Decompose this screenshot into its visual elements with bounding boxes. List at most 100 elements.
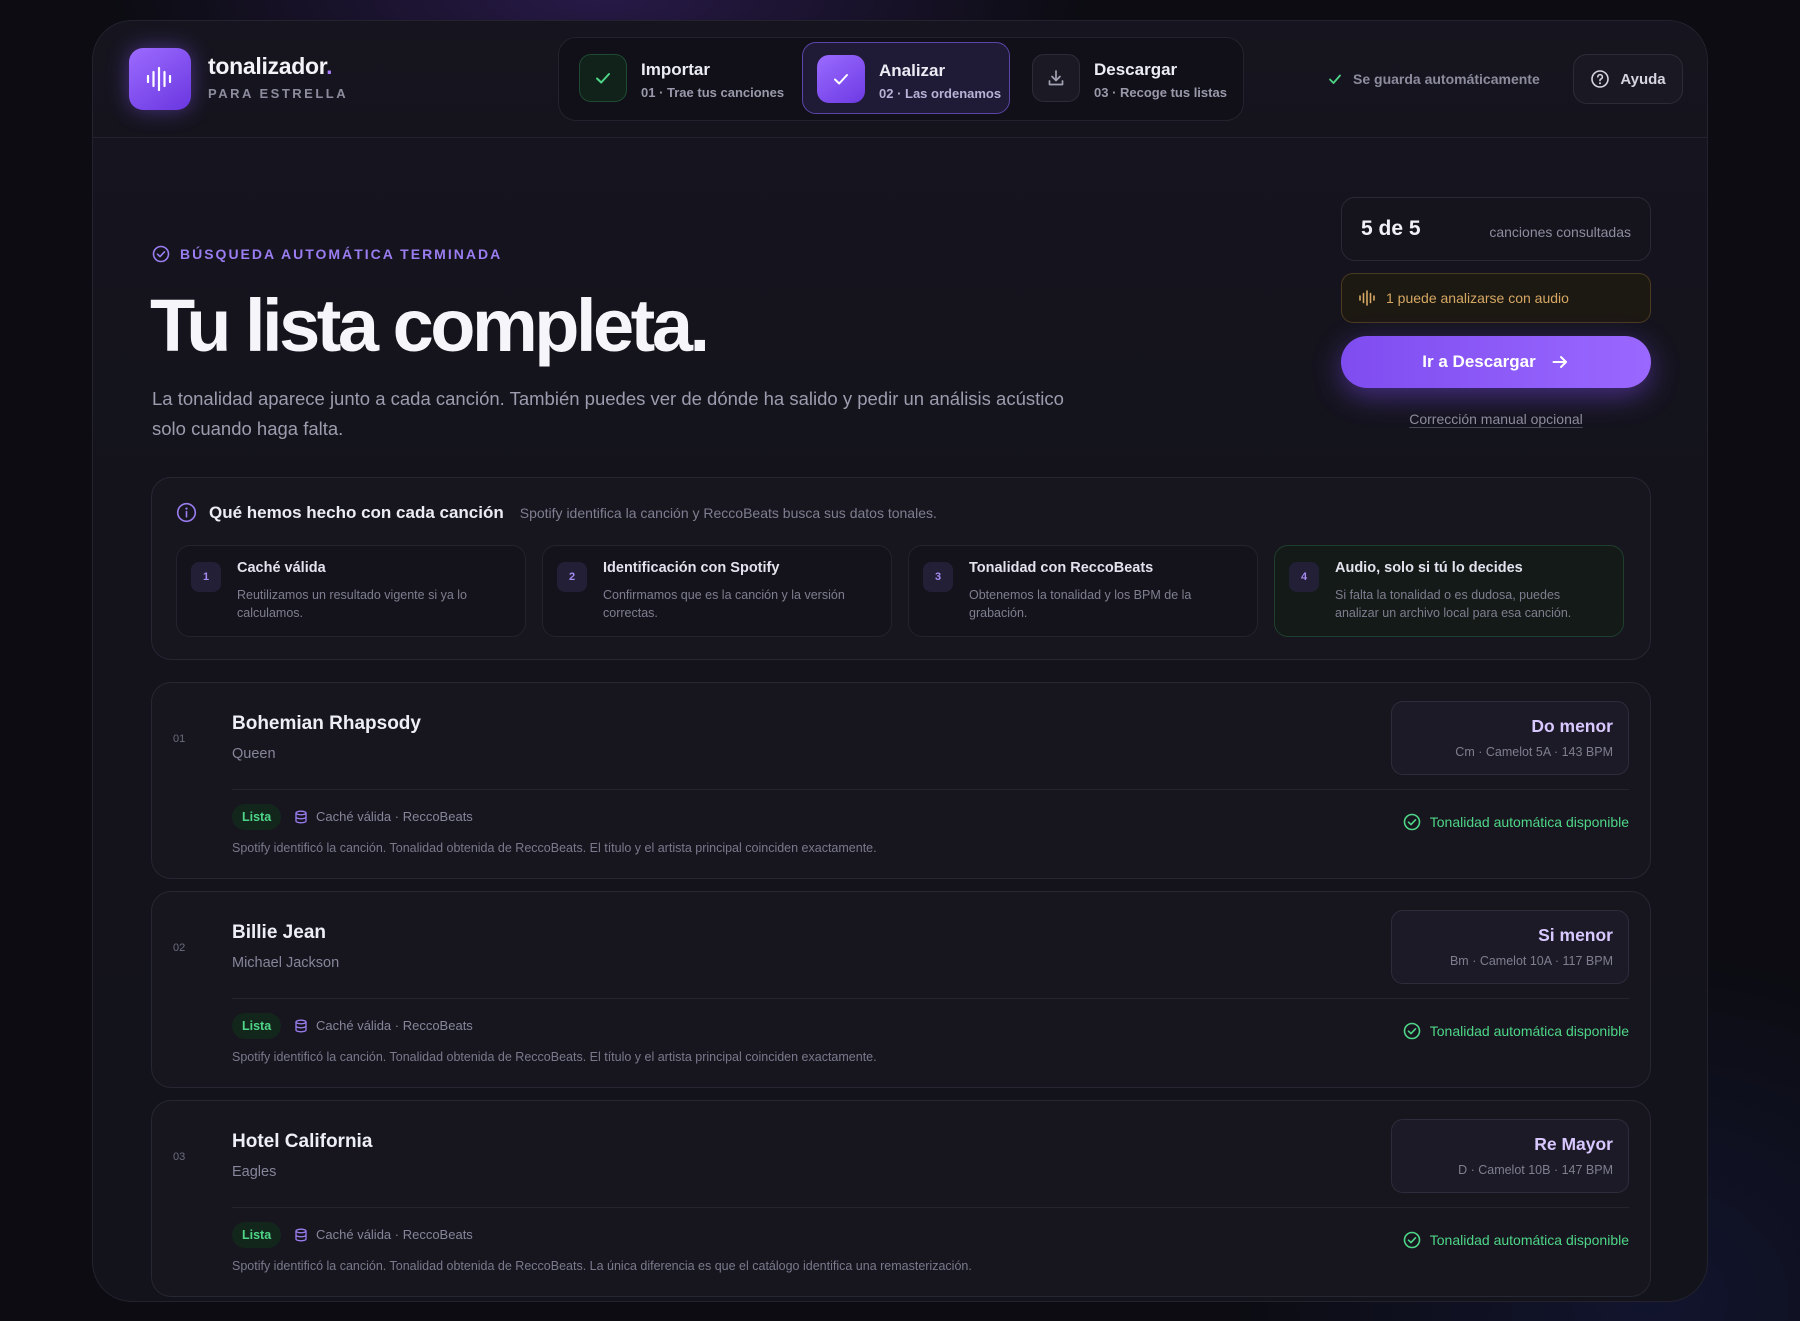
step-title: Descargar — [1094, 60, 1178, 79]
key-name: Re Mayor — [1534, 1134, 1613, 1154]
go-to-download-label: Ir a Descargar — [1422, 352, 1536, 371]
process-step-title: Audio, solo si tú lo decides — [1335, 560, 1523, 576]
auto-key-status-label: Tonalidad automática disponible — [1429, 814, 1629, 830]
logo[interactable] — [129, 48, 191, 110]
track-artist: Michael Jackson — [232, 955, 340, 971]
auto-key-status-label: Tonalidad automática disponible — [1429, 1232, 1629, 1248]
track-row[interactable]: 02 Billie Jean Michael Jackson Si menor … — [151, 891, 1651, 1088]
process-step-number: 2 — [557, 562, 587, 592]
status-badge: Lista — [232, 1013, 282, 1039]
status-badge: Lista — [232, 1222, 282, 1248]
process-info-panel: Qué hemos hecho con cada canción Spotify… — [151, 477, 1651, 660]
top-bar: tonalizador. PARA ESTRELLA Importar 01 ·… — [93, 21, 1707, 138]
check-circle-icon — [152, 245, 170, 263]
divider — [232, 1207, 1629, 1208]
check-icon — [1329, 74, 1341, 84]
download-icon — [1032, 54, 1080, 102]
check-circle-icon — [1403, 1022, 1421, 1040]
key-name: Do menor — [1531, 716, 1613, 736]
status-kicker-label: BÚSQUEDA AUTOMÁTICA TERMINADA — [180, 246, 503, 262]
track-row[interactable]: 01 Bohemian Rhapsody Queen Do menor Cm ·… — [151, 682, 1651, 879]
check-icon — [817, 55, 865, 103]
process-step-card: 3 Tonalidad con ReccoBeats Obtenemos la … — [908, 545, 1258, 637]
check-icon — [579, 54, 627, 102]
track-index: 02 — [173, 942, 186, 954]
process-info-subtitle: Spotify identifica la canción y ReccoBea… — [519, 504, 937, 521]
track-note: Spotify identificó la canción. Tonalidad… — [232, 841, 877, 855]
process-step-number: 4 — [1289, 562, 1319, 592]
track-source: Caché válida · ReccoBeats — [294, 809, 473, 824]
track-source: Caché válida · ReccoBeats — [294, 1227, 473, 1242]
track-source: Caché válida · ReccoBeats — [294, 1018, 473, 1033]
songs-count-value: 5 de 5 — [1361, 217, 1421, 240]
key-name: Si menor — [1538, 925, 1613, 945]
track-source-label: Caché válida · ReccoBeats — [316, 809, 473, 824]
auto-key-status: Tonalidad automática disponible — [1403, 1022, 1629, 1040]
auto-key-status-label: Tonalidad automática disponible — [1429, 1023, 1629, 1039]
process-info-title: Qué hemos hecho con cada canción — [209, 502, 504, 522]
page-description: La tonalidad aparece junto a cada canció… — [152, 388, 1064, 439]
help-circle-icon — [1591, 70, 1610, 88]
audio-analysis-label: 1 puede analizarse con audio — [1386, 290, 1569, 306]
process-step-description: Obtenemos la tonalidad y los BPM de la g… — [969, 588, 1192, 620]
process-step-description: Si falta la tonalidad o es dudosa, puede… — [1335, 588, 1572, 620]
step-title: Analizar — [879, 61, 946, 80]
help-button[interactable]: Ayuda — [1573, 54, 1683, 104]
step-analyze[interactable]: Analizar 02 · Las ordenamos — [802, 42, 1010, 114]
autosave-status: Se guarda automáticamente — [1327, 71, 1540, 87]
track-index: 03 — [173, 1151, 186, 1163]
auto-key-status: Tonalidad automática disponible — [1403, 813, 1629, 831]
key-card[interactable]: Re Mayor D · Camelot 10B · 147 BPM — [1391, 1119, 1629, 1193]
songs-count-card: 5 de 5 canciones consultadas — [1341, 197, 1651, 261]
brand-subtitle: PARA ESTRELLA — [208, 86, 349, 101]
key-meta: D · Camelot 10B · 147 BPM — [1458, 1163, 1613, 1177]
track-title: Hotel California — [232, 1131, 373, 1152]
process-info-header: Qué hemos hecho con cada canción Spotify… — [176, 502, 937, 523]
key-card[interactable]: Do menor Cm · Camelot 5A · 143 BPM — [1391, 701, 1629, 775]
key-card[interactable]: Si menor Bm · Camelot 10A · 117 BPM — [1391, 910, 1629, 984]
help-label: Ayuda — [1620, 70, 1666, 88]
process-step-card: 2 Identificación con Spotify Confirmamos… — [542, 545, 892, 637]
waveform-icon — [1359, 290, 1375, 306]
step-subtitle: 02 · Las ordenamos — [879, 86, 1002, 101]
step-title: Importar — [641, 60, 710, 79]
process-step-title: Tonalidad con ReccoBeats — [969, 560, 1154, 576]
manual-correction-link[interactable]: Corrección manual opcional — [1341, 411, 1651, 427]
database-icon — [295, 1019, 307, 1032]
key-meta: Cm · Camelot 5A · 143 BPM — [1455, 745, 1613, 759]
process-step-card: 1 Caché válida Reutilizamos un resultado… — [176, 545, 526, 637]
track-artist: Queen — [232, 746, 276, 762]
divider — [232, 998, 1629, 999]
arrow-right-icon — [1552, 356, 1567, 368]
process-step-title: Caché válida — [237, 560, 326, 576]
status-kicker: BÚSQUEDA AUTOMÁTICA TERMINADA — [152, 245, 502, 263]
track-title: Bohemian Rhapsody — [232, 713, 421, 734]
process-step-description: Reutilizamos un resultado vigente si ya … — [237, 588, 467, 620]
divider — [232, 789, 1629, 790]
page-title: Tu lista completa. — [150, 284, 710, 367]
process-step-number: 3 — [923, 562, 953, 592]
database-icon — [295, 1228, 307, 1241]
step-subtitle: 01 · Trae tus canciones — [641, 85, 785, 100]
process-step-number: 1 — [191, 562, 221, 592]
track-artist: Eagles — [232, 1164, 277, 1180]
audio-analysis-note[interactable]: 1 puede analizarse con audio — [1341, 273, 1651, 323]
auto-key-status: Tonalidad automática disponible — [1403, 1231, 1629, 1249]
track-title: Billie Jean — [232, 922, 326, 943]
info-icon — [176, 502, 197, 523]
track-source-label: Caché válida · ReccoBeats — [316, 1227, 473, 1242]
track-note: Spotify identificó la canción. Tonalidad… — [232, 1259, 972, 1273]
songs-count-label: canciones consultadas — [1489, 224, 1631, 240]
track-index: 01 — [173, 733, 186, 745]
waveform-icon — [146, 66, 172, 92]
brand-name: tonalizador. — [208, 53, 333, 79]
check-circle-icon — [1403, 813, 1421, 831]
track-row[interactable]: 03 Hotel California Eagles Re Mayor D · … — [151, 1100, 1651, 1297]
step-download[interactable]: Descargar 03 · Recoge tus listas — [1018, 42, 1238, 114]
step-import[interactable]: Importar 01 · Trae tus canciones — [565, 42, 789, 114]
step-subtitle: 03 · Recoge tus listas — [1094, 85, 1227, 100]
go-to-download-button[interactable]: Ir a Descargar — [1341, 336, 1651, 388]
process-step-description: Confirmamos que es la canción y la versi… — [603, 588, 845, 620]
autosave-label: Se guarda automáticamente — [1353, 71, 1540, 87]
database-icon — [295, 810, 307, 823]
